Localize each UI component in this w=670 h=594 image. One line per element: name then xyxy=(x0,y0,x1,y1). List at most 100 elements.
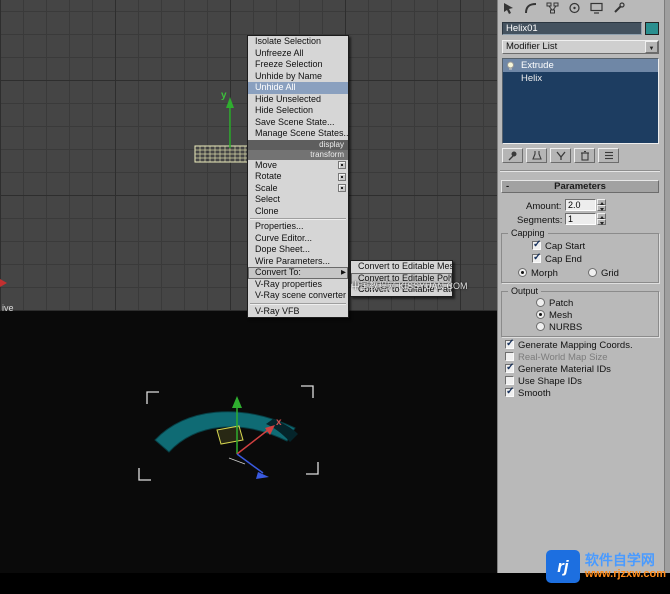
menu-item-save-scene-state[interactable]: Save Scene State... xyxy=(248,117,348,129)
use-shape-ids-label: Use Shape IDs xyxy=(518,376,582,387)
scale-settings-icon[interactable] xyxy=(338,184,346,192)
menu-item-vray-properties[interactable]: V-Ray properties xyxy=(248,279,348,291)
menu-item-convert-to[interactable]: Convert To: ▶ xyxy=(248,267,348,279)
checkbox-icon[interactable] xyxy=(532,239,541,250)
radio-icon[interactable] xyxy=(518,268,527,277)
menu-item-unhide-by-name[interactable]: Unhide by Name xyxy=(248,71,348,83)
real-world-label: Real-World Map Size xyxy=(518,352,608,363)
real-world-checkbox[interactable]: Real-World Map Size xyxy=(505,352,608,363)
menu-item-select[interactable]: Select xyxy=(248,194,348,206)
fork-icon xyxy=(555,151,566,160)
menu-item-label: Convert To: xyxy=(255,267,301,277)
menu-item-dope-sheet[interactable]: Dope Sheet... xyxy=(248,244,348,256)
nurbs-radio[interactable]: NURBS xyxy=(536,322,582,333)
checkbox-icon[interactable] xyxy=(505,338,514,349)
panel-divider xyxy=(500,170,660,172)
menu-item-unhide-all[interactable]: Unhide All xyxy=(248,82,348,94)
tab-display[interactable] xyxy=(588,1,605,15)
menu-item-scale[interactable]: Scale xyxy=(248,183,348,195)
cap-end-checkbox[interactable]: Cap End xyxy=(532,252,582,265)
menu-item-label: Move xyxy=(255,159,278,170)
menu-item-vray-vfb[interactable]: V-Ray VFB xyxy=(248,306,348,318)
stack-item-helix[interactable]: Helix xyxy=(503,72,658,85)
menu-item-move[interactable]: Move xyxy=(248,160,348,172)
parameters-rollout-header[interactable]: - Parameters xyxy=(501,180,659,193)
trash-icon xyxy=(580,150,589,161)
dropdown-arrow-icon[interactable] xyxy=(645,41,658,53)
radio-icon[interactable] xyxy=(588,268,597,277)
mesh-radio[interactable]: Mesh xyxy=(536,310,572,321)
rotate-settings-icon[interactable] xyxy=(338,172,346,181)
menu-item-clone[interactable]: Clone xyxy=(248,206,348,218)
remove-modifier-button[interactable] xyxy=(574,148,595,163)
generate-material-ids-label: Generate Material IDs xyxy=(518,364,611,375)
panel-scrollbar[interactable] xyxy=(664,0,670,573)
list-config-icon xyxy=(604,151,613,160)
persp-x-axis-label: x xyxy=(276,417,282,428)
checkbox-icon[interactable] xyxy=(505,362,514,373)
brand-url: www.rjzxw.com xyxy=(584,568,666,581)
make-unique-button[interactable] xyxy=(550,148,571,163)
amount-field[interactable]: 2.0 xyxy=(565,199,596,211)
checkbox-icon[interactable] xyxy=(505,376,514,385)
spin-down-icon[interactable] xyxy=(597,219,606,225)
segments-spinner[interactable] xyxy=(597,213,606,225)
show-end-result-button[interactable] xyxy=(526,148,547,163)
menu-item-curve-editor[interactable]: Curve Editor... xyxy=(248,233,348,245)
generate-material-ids-checkbox[interactable]: Generate Material IDs xyxy=(505,362,611,375)
pin-stack-button[interactable] xyxy=(502,148,523,163)
checkbox-icon[interactable] xyxy=(532,252,541,263)
menu-item-manage-scene-states[interactable]: Manage Scene States... xyxy=(248,128,348,140)
pushpin-icon xyxy=(508,151,516,161)
context-menu: Isolate Selection Unfreeze All Freeze Se… xyxy=(247,35,349,318)
menu-item-vray-scene-converter[interactable]: V-Ray scene converter xyxy=(248,290,348,302)
segments-field[interactable]: 1 xyxy=(565,213,596,225)
smooth-checkbox[interactable]: Smooth xyxy=(505,386,551,399)
menu-item-hide-selection[interactable]: Hide Selection xyxy=(248,105,348,117)
menu-item-wire-parameters[interactable]: Wire Parameters... xyxy=(248,256,348,268)
checkbox-icon[interactable] xyxy=(505,352,514,361)
brand-name: 软件自学网 xyxy=(584,551,655,568)
patch-radio[interactable]: Patch xyxy=(536,298,573,309)
menu-header-display: display xyxy=(248,139,348,150)
modifier-bulb-icon[interactable] xyxy=(506,61,515,71)
object-color-swatch[interactable] xyxy=(645,22,659,35)
object-name-field[interactable]: Helix01 xyxy=(502,22,642,35)
checkbox-icon[interactable] xyxy=(505,386,514,397)
tab-motion[interactable] xyxy=(566,1,583,15)
tab-modify[interactable] xyxy=(522,1,539,15)
spin-down-icon[interactable] xyxy=(597,205,606,211)
amount-spinner[interactable] xyxy=(597,199,606,211)
move-settings-icon[interactable] xyxy=(338,161,346,169)
menu-item-rotate[interactable]: Rotate xyxy=(248,171,348,183)
menu-item-freeze-selection[interactable]: Freeze Selection xyxy=(248,59,348,71)
collapse-icon: - xyxy=(506,181,510,192)
cap-start-label: Cap Start xyxy=(545,241,586,252)
tab-hierarchy[interactable] xyxy=(544,1,561,15)
menu-item-hide-unselected[interactable]: Hide Unselected xyxy=(248,94,348,106)
tab-utilities[interactable] xyxy=(610,1,627,15)
grid-radio[interactable]: Grid xyxy=(588,268,619,279)
menu-item-isolate-selection[interactable]: Isolate Selection xyxy=(248,36,348,48)
beaker-icon xyxy=(531,151,542,160)
menu-item-properties[interactable]: Properties... xyxy=(248,221,348,233)
configure-modifier-sets-button[interactable] xyxy=(598,148,619,163)
tab-create[interactable] xyxy=(500,1,517,15)
menu-item-unfreeze-all[interactable]: Unfreeze All xyxy=(248,48,348,60)
cap-start-checkbox[interactable]: Cap Start xyxy=(532,239,586,252)
menu-header-transform: transform xyxy=(248,149,348,160)
command-panel: Helix01 Modifier List Extrude Helix xyxy=(497,0,664,573)
morph-radio[interactable]: Morph xyxy=(518,268,558,279)
segments-label: Segments: xyxy=(517,215,563,226)
radio-icon[interactable] xyxy=(536,310,545,319)
submenu-item-editable-mesh[interactable]: Convert to Editable Mesh xyxy=(351,261,452,273)
radio-icon[interactable] xyxy=(536,298,545,307)
modifier-list-dropdown[interactable]: Modifier List xyxy=(502,40,659,54)
use-shape-ids-checkbox[interactable]: Use Shape IDs xyxy=(505,376,582,387)
radio-icon[interactable] xyxy=(536,322,545,331)
grid-label: Grid xyxy=(601,268,619,279)
stack-item-extrude[interactable]: Extrude xyxy=(503,59,658,72)
brand-logo: rj xyxy=(545,550,580,583)
capping-group: Capping Cap Start Cap End Morph Grid xyxy=(501,228,659,283)
generate-mapping-checkbox[interactable]: Generate Mapping Coords. xyxy=(505,338,633,351)
